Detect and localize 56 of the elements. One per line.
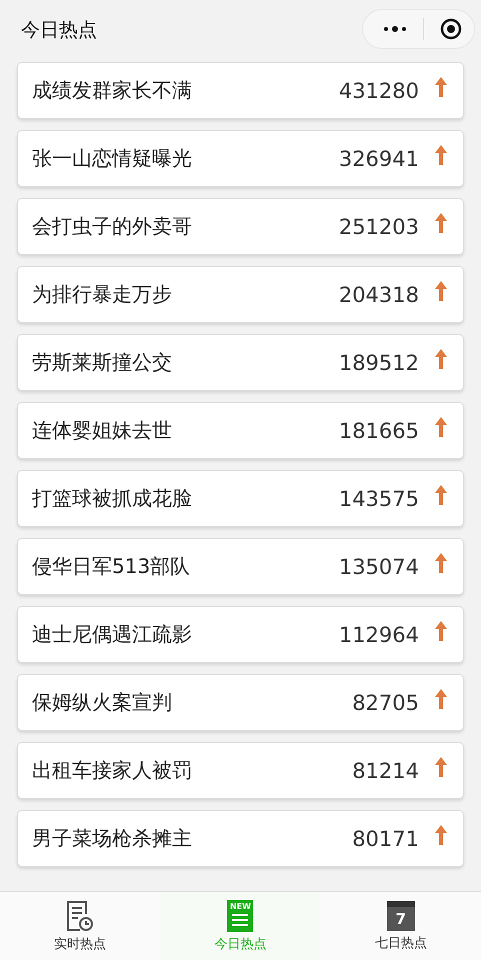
up-arrow-icon <box>435 824 447 844</box>
up-arrow-icon <box>435 416 447 436</box>
topic-title: 成绩发群家长不满 <box>32 77 193 104</box>
topic-title: 会打虫子的外卖哥 <box>32 213 193 240</box>
calendar-icon: 7 <box>386 900 415 930</box>
topic-title: 侵华日军513部队 <box>32 553 192 580</box>
up-arrow-icon <box>435 484 447 504</box>
topic-title: 为排行暴走万步 <box>32 281 173 308</box>
news-icon: NEW <box>227 900 254 932</box>
hot-topic-item[interactable]: 张一山恋情疑曝光 326941 <box>17 130 464 187</box>
topic-count: 112964 <box>338 622 419 646</box>
hot-topic-item[interactable]: 会打虫子的外卖哥 251203 <box>17 198 464 255</box>
tab-item[interactable]: 实时热点 <box>0 892 160 960</box>
up-arrow-icon <box>435 552 447 572</box>
topic-count: 81214 <box>352 758 419 782</box>
up-arrow-icon <box>435 620 447 640</box>
topic-count: 189512 <box>338 350 419 374</box>
hot-topic-item[interactable]: 男子菜场枪杀摊主 80171 <box>17 810 464 867</box>
topic-title: 保姆纵火案宣判 <box>32 689 173 716</box>
up-arrow-icon <box>435 212 447 232</box>
topic-count: 181665 <box>338 418 419 442</box>
topic-count: 135074 <box>338 554 419 578</box>
hot-topic-item[interactable]: 打篮球被抓成花脸 143575 <box>17 470 464 527</box>
up-arrow-icon <box>435 280 447 300</box>
topic-title: 连体婴姐妹去世 <box>32 417 173 444</box>
more-icon[interactable] <box>383 25 407 33</box>
topic-count: 143575 <box>338 486 419 510</box>
up-arrow-icon <box>435 76 447 96</box>
topic-count: 326941 <box>338 146 419 170</box>
tab-item[interactable]: 7 七日热点 <box>320 892 481 960</box>
hot-topic-item[interactable]: 侵华日军513部队 135074 <box>17 538 464 595</box>
topic-title: 张一山恋情疑曝光 <box>32 145 193 172</box>
up-arrow-icon <box>435 688 447 708</box>
topic-title: 男子菜场枪杀摊主 <box>32 825 193 852</box>
topic-count: 251203 <box>338 214 419 238</box>
up-arrow-icon <box>435 348 447 368</box>
topic-count: 204318 <box>338 282 419 306</box>
hot-topic-item[interactable]: 连体婴姐妹去世 181665 <box>17 402 464 459</box>
up-arrow-icon <box>435 756 447 776</box>
topic-count: 82705 <box>352 690 419 714</box>
topic-title: 出租车接家人被罚 <box>32 757 193 784</box>
document-clock-icon <box>66 900 94 932</box>
hot-topic-item[interactable]: 成绩发群家长不满 431280 <box>17 62 464 119</box>
hot-topic-item[interactable]: 为排行暴走万步 204318 <box>17 266 464 323</box>
topic-count: 80171 <box>352 826 419 850</box>
hot-topic-item[interactable]: 保姆纵火案宣判 82705 <box>17 674 464 731</box>
close-icon[interactable] <box>440 18 462 40</box>
topic-title: 劳斯莱斯撞公交 <box>32 349 173 376</box>
up-arrow-icon <box>435 144 447 164</box>
topic-title: 打篮球被抓成花脸 <box>32 485 193 512</box>
hot-topic-item[interactable]: 出租车接家人被罚 81214 <box>17 742 464 799</box>
topic-title: 迪士尼偶遇江疏影 <box>32 621 193 648</box>
hot-topic-item[interactable]: 迪士尼偶遇江疏影 112964 <box>17 606 464 663</box>
hot-topic-item[interactable]: 劳斯莱斯撞公交 189512 <box>17 334 464 391</box>
topic-count: 431280 <box>338 78 419 102</box>
page-title: 今日热点 <box>21 18 97 43</box>
